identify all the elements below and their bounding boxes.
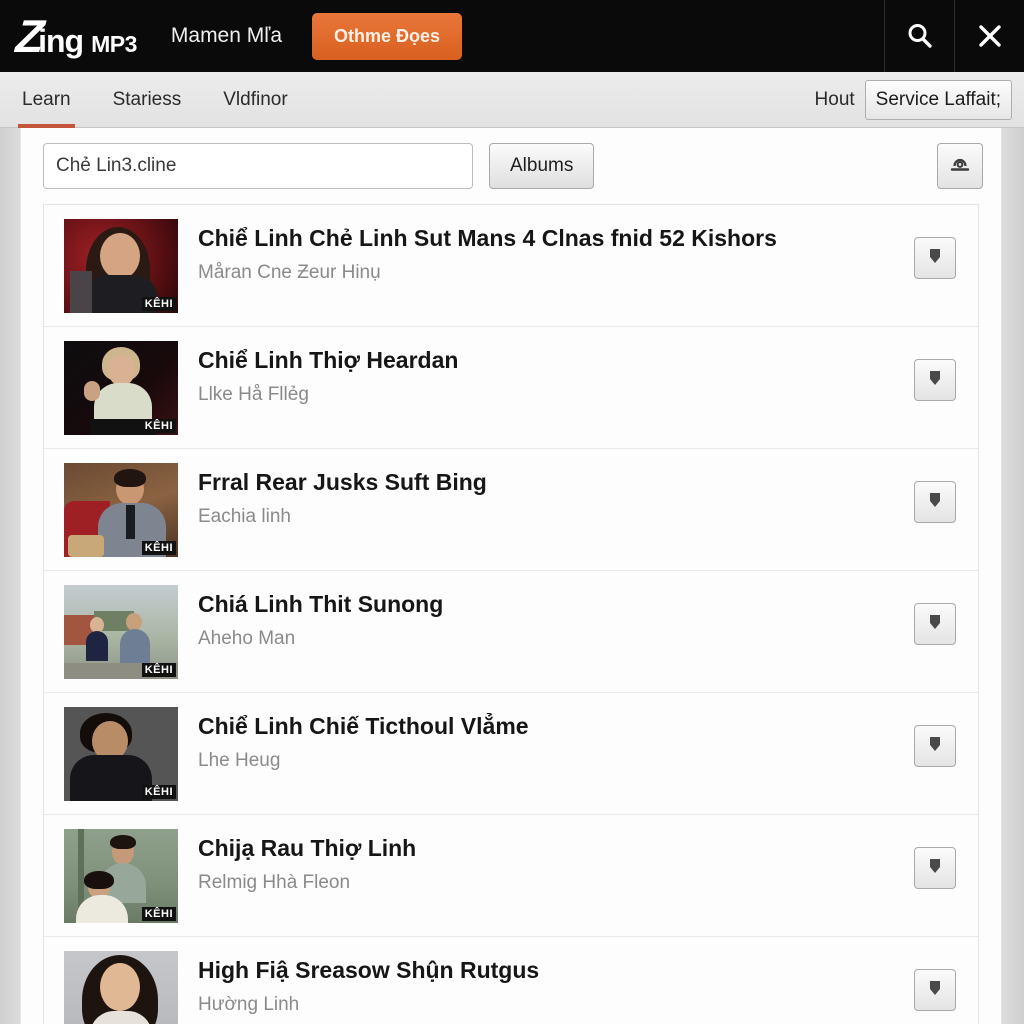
thumbnail-badge: KÊHI (141, 784, 176, 799)
result-thumbnail: KÊHI (64, 463, 178, 557)
result-meta: Frral Rear Jusks Suft Bing Eachia linh (178, 463, 904, 528)
download-button[interactable] (914, 969, 956, 1011)
download-icon (928, 614, 942, 635)
download-icon (928, 248, 942, 269)
result-subtitle: Llke Hå Fllẻg (198, 383, 309, 405)
download-button[interactable] (914, 237, 956, 279)
download-icon (928, 736, 942, 757)
search-results-list[interactable]: KÊHI Chiể Linh Chẻ Linh Sut Mans 4 Clnas… (43, 204, 979, 1024)
tab-stariess[interactable]: Stariess (113, 72, 182, 128)
result-thumbnail: KÊHI (64, 341, 178, 435)
result-thumbnail: KÊHI (64, 829, 178, 923)
download-button[interactable] (914, 725, 956, 767)
logo-text-mp3: MP3 (91, 31, 137, 57)
search-input[interactable] (43, 143, 473, 189)
table-row[interactable]: KÊHI Chiể Linh Chẻ Linh Sut Mans 4 Clnas… (44, 205, 978, 327)
header-cta-button[interactable]: Othme Ɖọes (312, 12, 463, 60)
result-meta: Chiể Linh Chiế Ticthoul Vlẳme Lhe Heug (178, 707, 904, 772)
table-row[interactable]: KÊHI Chiá Linh Thit Sunong Aheho Man (44, 571, 978, 693)
download-button[interactable] (914, 847, 956, 889)
window-right-border (1002, 128, 1024, 1024)
upload-button[interactable] (937, 143, 983, 189)
search-icon-button[interactable] (884, 0, 954, 72)
tab-bar: Learn Stariess Vldfinor Hout Service Laf… (0, 72, 1024, 128)
close-icon (975, 21, 1005, 51)
result-subtitle: Relmig Hhà Fleon (198, 871, 351, 893)
thumbnail-badge: KÊHI (141, 540, 176, 555)
table-row[interactable]: KÊHI Chiể Linh Thiợ Heardan Llke Hå Fllẻ… (44, 327, 978, 449)
table-row[interactable]: KÊHI High Fiậ Sreasow Shụ̂n Rutgus Hường… (44, 937, 978, 1024)
zing-mp3-window: Z ing MP3 Mamen Mľa Othme Ɖọes Learn Sta… (0, 0, 1024, 1024)
result-meta: Chiể Linh Chẻ Linh Sut Mans 4 Clnas fnid… (178, 219, 904, 284)
result-thumbnail: KÊHI (64, 707, 178, 801)
result-title[interactable]: Chiá Linh Thit Sunong (198, 591, 904, 619)
thumbnail-badge: KÊHI (141, 662, 176, 677)
table-row[interactable]: KÊHI Chiể Linh Chiế Ticthoul Vlẳme Lhe H… (44, 693, 978, 815)
header-nav-link[interactable]: Mamen Mľa (171, 24, 282, 48)
thumbnail-badge: KÊHI (141, 906, 176, 921)
result-subtitle: Eachia linh (198, 505, 291, 527)
albums-button[interactable]: Albums (489, 143, 595, 189)
result-meta: High Fiậ Sreasow Shụ̂n Rutgus Hường Linh (178, 951, 904, 1016)
table-row[interactable]: KÊHI Chijạ Rau Thiợ Linh Relmig Hhà Fleo… (44, 815, 978, 937)
table-row[interactable]: KÊHI Frral Rear Jusks Suft Bing Eachia l… (44, 449, 978, 571)
download-icon (928, 492, 942, 513)
download-icon (928, 370, 942, 391)
zing-mp3-logo[interactable]: Z ing MP3 (0, 10, 137, 62)
result-thumbnail: KÊHI (64, 585, 178, 679)
result-subtitle: Aheho Man (198, 627, 296, 649)
tab-bar-right-label[interactable]: Hout (815, 89, 855, 111)
window-left-border (0, 128, 20, 1024)
download-icon (928, 980, 942, 1001)
logo-text-ing: ing (38, 23, 84, 59)
result-subtitle: Lhe Heug (198, 749, 281, 771)
result-subtitle: Hường Linh (198, 993, 300, 1015)
result-title[interactable]: Chiể Linh Thiợ Heardan (198, 347, 904, 375)
result-meta: Chiá Linh Thit Sunong Aheho Man (178, 585, 904, 650)
top-header-bar: Z ing MP3 Mamen Mľa Othme Ɖọes (0, 0, 1024, 72)
tab-learn[interactable]: Learn (18, 72, 75, 128)
thumbnail-badge: KÊHI (141, 418, 176, 433)
result-thumbnail: KÊHI (64, 951, 178, 1024)
service-button[interactable]: Service Laffait; (864, 79, 1012, 120)
result-subtitle: Måran Cne Ƶeur Hinụ (198, 261, 381, 283)
result-title[interactable]: Frral Rear Jusks Suft Bing (198, 469, 904, 497)
upload-icon (948, 152, 972, 181)
result-title[interactable]: High Fiậ Sreasow Shụ̂n Rutgus (198, 957, 904, 985)
result-meta: Chiể Linh Thiợ Heardan Llke Hå Fllẻg (178, 341, 904, 406)
window-body: Albums (0, 128, 1024, 1024)
page-content: Albums (20, 128, 1002, 1024)
result-title[interactable]: Chijạ Rau Thiợ Linh (198, 835, 904, 863)
close-icon-button[interactable] (954, 0, 1024, 72)
thumbnail-badge: KÊHI (141, 296, 176, 311)
search-icon (905, 21, 935, 51)
result-title[interactable]: Chiể Linh Chiế Ticthoul Vlẳme (198, 713, 904, 741)
download-button[interactable] (914, 359, 956, 401)
logo-letter-z: Z (14, 10, 43, 62)
download-icon (928, 858, 942, 879)
result-meta: Chijạ Rau Thiợ Linh Relmig Hhà Fleon (178, 829, 904, 894)
download-button[interactable] (914, 481, 956, 523)
result-thumbnail: KÊHI (64, 219, 178, 313)
result-title[interactable]: Chiể Linh Chẻ Linh Sut Mans 4 Clnas fnid… (198, 225, 904, 253)
search-row: Albums (21, 128, 1001, 204)
tab-vldfinor[interactable]: Vldfinor (223, 72, 287, 128)
download-button[interactable] (914, 603, 956, 645)
